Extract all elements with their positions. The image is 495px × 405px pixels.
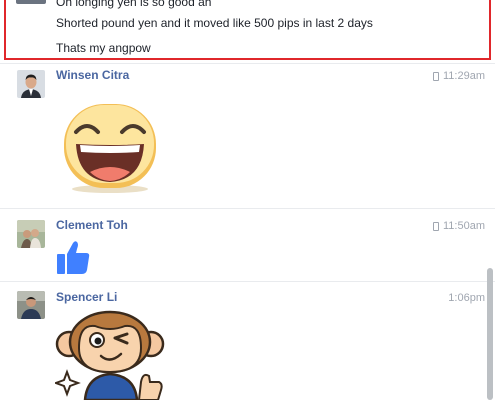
laughing-face-sticker-image (64, 104, 156, 193)
thumbs-up-like[interactable] (57, 240, 90, 274)
laughing-face-sticker[interactable] (60, 100, 160, 195)
monkey-wink-sticker-image (53, 310, 165, 402)
timestamp-text: 1:06pm (448, 292, 485, 304)
message-timestamp: 11:29am (433, 70, 485, 82)
sender-name[interactable]: Clement Toh (56, 218, 128, 232)
message-text: Shorted pound yen and it moved like 500 … (56, 16, 373, 30)
mobile-phone-icon (433, 221, 439, 231)
timestamp-text: 11:50am (443, 220, 485, 232)
message-text: Oh longing yen is so good ah (56, 0, 212, 9)
sender-name[interactable]: Winsen Citra (56, 68, 129, 82)
mobile-phone-icon (433, 71, 439, 81)
scrollbar-thumb[interactable] (487, 268, 493, 400)
timestamp-text: 11:29am (443, 70, 485, 82)
message-timestamp: 11:50am (433, 220, 485, 232)
message-divider (0, 281, 495, 282)
message-divider (0, 208, 495, 209)
message-text: Thats my angpow (56, 41, 151, 55)
sender-name[interactable]: Spencer Li (56, 290, 117, 304)
avatar-clement-toh[interactable] (17, 220, 45, 248)
message-timestamp: 1:06pm (448, 292, 485, 304)
monkey-wink-sticker[interactable] (53, 310, 170, 402)
avatar-winsen-citra[interactable] (17, 70, 45, 98)
message-divider (0, 63, 495, 64)
avatar-photo (17, 70, 45, 98)
avatar-spencer-li[interactable] (17, 291, 45, 319)
avatar-photo (17, 220, 45, 248)
avatar-photo (17, 291, 45, 319)
previous-sender-avatar[interactable] (16, 0, 46, 4)
thumbs-up-icon (57, 241, 90, 274)
